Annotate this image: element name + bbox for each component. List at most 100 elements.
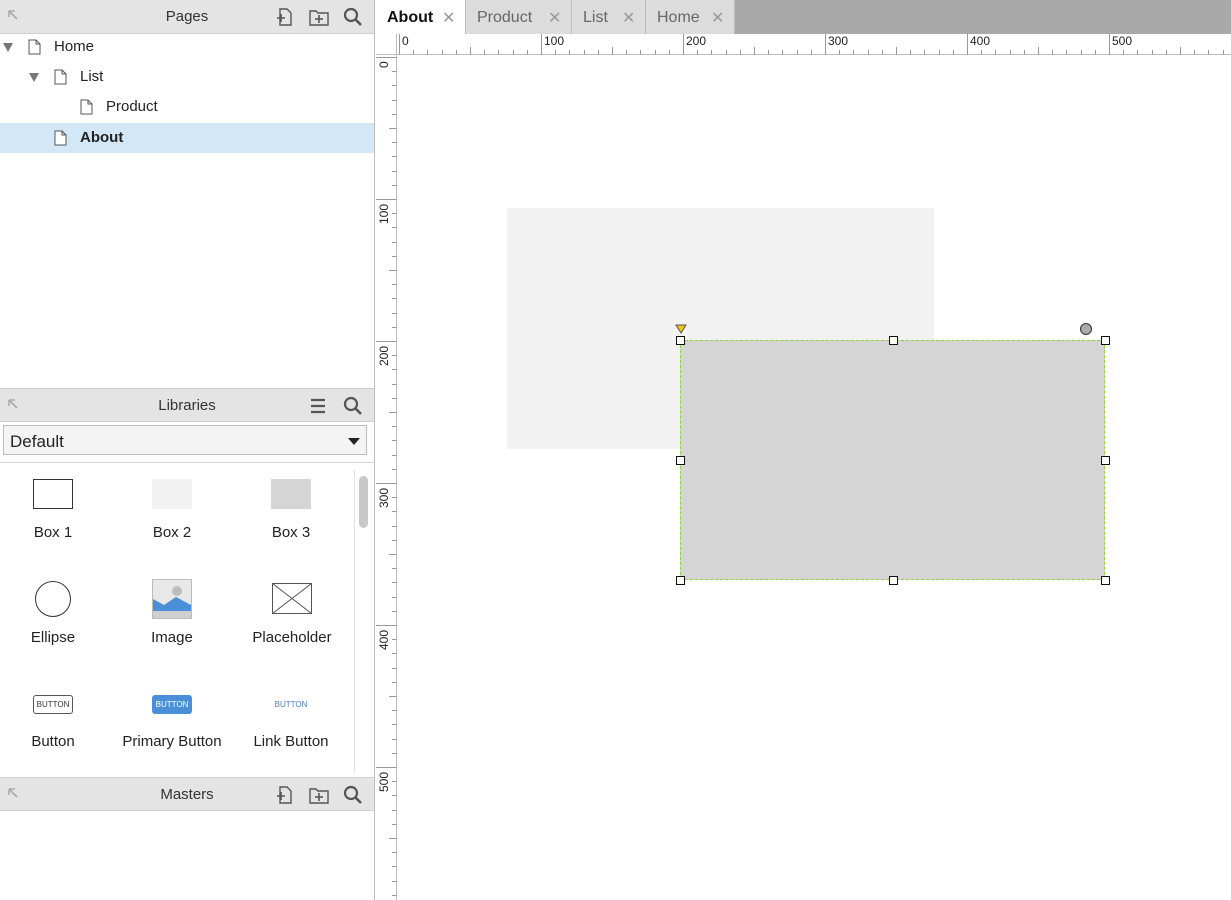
ruler-tick xyxy=(725,50,727,55)
expand-triangle-icon[interactable] xyxy=(29,73,39,82)
rotation-handle-icon[interactable] xyxy=(1079,322,1093,336)
pages-panel-header: Pages xyxy=(0,0,374,34)
ruler-tick xyxy=(392,497,397,499)
masters-panel-header: Masters xyxy=(0,777,374,811)
page-label: List xyxy=(80,68,104,85)
ruler-label: 400 xyxy=(970,34,991,48)
canvas-box3-selected[interactable] xyxy=(680,340,1105,580)
add-folder-icon[interactable] xyxy=(308,6,330,28)
corner-radius-handle-icon[interactable] xyxy=(675,324,687,334)
ruler-tick xyxy=(392,795,397,797)
menu-icon[interactable] xyxy=(307,395,329,417)
page-icon xyxy=(54,69,67,85)
tab-about[interactable]: About ✕ xyxy=(376,0,466,34)
tab-list[interactable]: List ✕ xyxy=(572,0,646,34)
ruler-tick xyxy=(796,50,798,55)
tab-label: Product xyxy=(477,9,533,26)
ruler-tick xyxy=(427,50,429,55)
ruler-tick xyxy=(981,50,983,55)
scrollbar-thumb[interactable] xyxy=(359,476,368,528)
ruler-tick xyxy=(612,47,613,55)
ruler-tick xyxy=(392,568,397,570)
ruler-tick xyxy=(1066,50,1068,55)
resize-handle-w[interactable] xyxy=(676,456,685,465)
ruler-tick xyxy=(739,50,741,55)
ruler-tick xyxy=(392,71,397,73)
ruler-tick xyxy=(526,50,528,55)
ruler-tick xyxy=(392,752,397,754)
ruler-tick xyxy=(392,241,397,243)
ruler-tick xyxy=(626,50,628,55)
ruler-tick xyxy=(392,99,397,101)
page-icon xyxy=(28,39,41,55)
ruler-label: 200 xyxy=(686,34,707,48)
chevron-down-icon xyxy=(348,438,360,445)
close-icon[interactable]: ✕ xyxy=(622,8,635,28)
ruler-tick xyxy=(392,113,397,115)
library-select[interactable]: Default xyxy=(3,425,367,455)
placeholder-icon xyxy=(272,583,312,614)
page-item-home[interactable]: Home xyxy=(0,32,374,62)
ruler-tick xyxy=(782,50,784,55)
ruler-label: 500 xyxy=(377,771,391,792)
expand-triangle-icon[interactable] xyxy=(3,43,13,52)
ruler-tick xyxy=(392,852,397,854)
page-item-product[interactable]: Product xyxy=(0,92,374,122)
ruler-tick xyxy=(376,625,397,626)
resize-handle-e[interactable] xyxy=(1101,456,1110,465)
ruler-tick xyxy=(392,653,397,655)
ruler-tick xyxy=(392,710,397,712)
ruler-tick xyxy=(376,57,397,58)
search-icon[interactable] xyxy=(342,784,364,806)
ruler-tick xyxy=(392,724,397,726)
ruler-tick xyxy=(1023,50,1025,55)
library-select-value: Default xyxy=(10,432,64,451)
resize-handle-nw[interactable] xyxy=(676,336,685,345)
resize-handle-se[interactable] xyxy=(1101,576,1110,585)
search-icon[interactable] xyxy=(342,395,364,417)
ruler-tick xyxy=(392,440,397,442)
ruler-tick xyxy=(392,738,397,740)
ellipse-icon xyxy=(35,581,71,617)
widget-label: Box 3 xyxy=(271,524,311,541)
page-item-list[interactable]: List xyxy=(0,62,374,92)
ruler-tick xyxy=(392,781,397,783)
tab-label: About xyxy=(387,9,434,26)
ruler-tick xyxy=(392,170,397,172)
ruler-tick xyxy=(392,397,397,399)
ruler-tick xyxy=(583,50,585,55)
page-item-about[interactable]: About xyxy=(0,123,374,153)
add-master-icon[interactable] xyxy=(274,784,296,806)
resize-handle-n[interactable] xyxy=(889,336,898,345)
resize-handle-ne[interactable] xyxy=(1101,336,1110,345)
horizontal-ruler: 0 100 200 300 400 500 xyxy=(376,34,1231,55)
ruler-tick xyxy=(392,85,397,87)
widget-label: Placeholder xyxy=(252,629,332,646)
ruler-tick xyxy=(389,128,397,129)
search-icon[interactable] xyxy=(342,6,364,28)
resize-handle-s[interactable] xyxy=(889,576,898,585)
ruler-tick xyxy=(668,50,670,55)
ruler-tick xyxy=(697,50,699,55)
tab-product[interactable]: Product ✕ xyxy=(466,0,572,34)
close-icon[interactable]: ✕ xyxy=(711,8,724,28)
ruler-tick xyxy=(1052,50,1054,55)
add-page-icon[interactable] xyxy=(274,6,296,28)
tab-home[interactable]: Home ✕ xyxy=(646,0,735,34)
ruler-tick xyxy=(597,50,599,55)
ruler-tick xyxy=(555,50,557,55)
ruler-tick xyxy=(389,838,397,839)
ruler-label: 100 xyxy=(377,203,391,224)
vertical-ruler: 0 100 200 300 400 500 xyxy=(376,34,397,900)
ruler-label: 100 xyxy=(544,34,565,48)
ruler-tick xyxy=(1208,50,1210,55)
ruler-tick xyxy=(1080,50,1082,55)
add-folder-icon[interactable] xyxy=(308,784,330,806)
design-canvas[interactable]: 0 100 200 300 400 500 0 100 200 300 400 500 xyxy=(376,34,1231,900)
widget-scrollbar[interactable] xyxy=(354,470,371,773)
widget-label: Link Button xyxy=(253,733,329,750)
close-icon[interactable]: ✕ xyxy=(442,8,455,28)
ruler-tick xyxy=(376,483,397,484)
close-icon[interactable]: ✕ xyxy=(548,8,561,28)
resize-handle-sw[interactable] xyxy=(676,576,685,585)
